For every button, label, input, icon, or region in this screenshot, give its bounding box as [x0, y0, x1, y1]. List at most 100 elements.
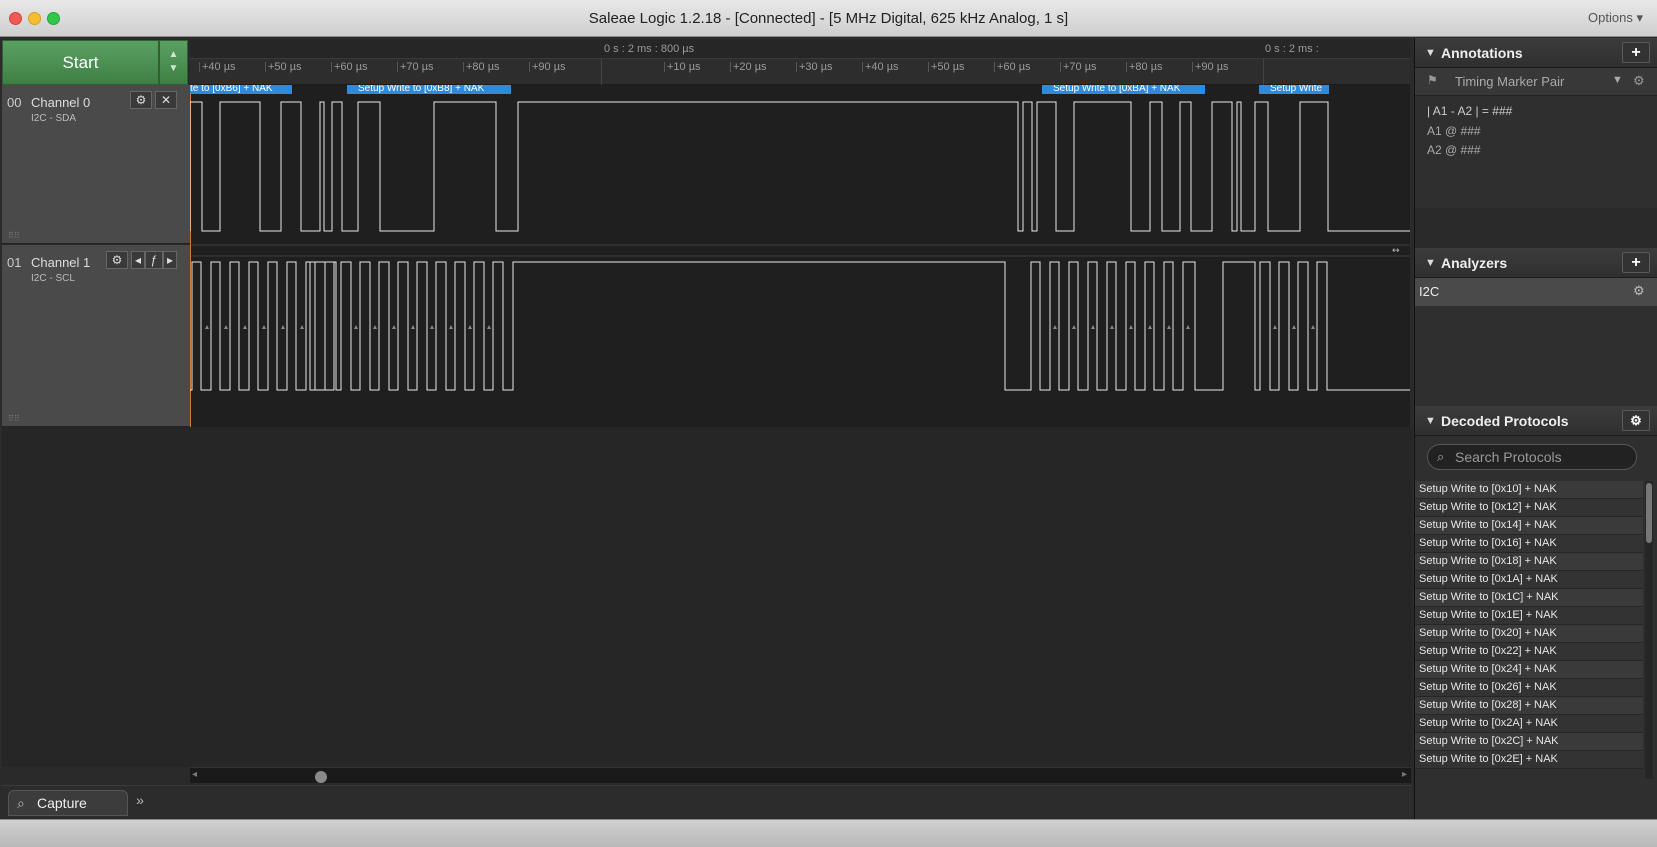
- ruler-divider: [1263, 59, 1264, 85]
- channel-0-panel[interactable]: 00 Channel 0 I2C - SDA ⚙ ✕ ⠿⠿: [2, 85, 190, 244]
- gear-icon[interactable]: ⚙: [1633, 73, 1645, 89]
- gear-icon[interactable]: ⚙: [130, 91, 152, 109]
- list-item[interactable]: Setup Write to [0x18] + NAK: [1415, 553, 1643, 571]
- decode-bubble-label: te to [0xB6] + NAK: [190, 85, 273, 94]
- ruler-tick: [928, 62, 929, 72]
- start-options-stepper[interactable]: ▲ ▼: [159, 40, 188, 85]
- list-item[interactable]: Setup Write to [0x2A] + NAK: [1415, 715, 1643, 733]
- list-item[interactable]: Setup Write to [0x26] + NAK: [1415, 679, 1643, 697]
- list-item[interactable]: Setup Write to [0x20] + NAK: [1415, 625, 1643, 643]
- ruler-tick: [529, 62, 530, 72]
- ruler-right-time: 0 s : 2 ms :: [1265, 43, 1319, 55]
- list-item[interactable]: Setup Write to [0x22] + NAK: [1415, 643, 1643, 661]
- ruler-tick-label: +10 µs: [667, 61, 701, 73]
- timing-marker-pair-row[interactable]: ⚑ Timing Marker Pair ▼ ⚙: [1415, 68, 1657, 96]
- channel-name[interactable]: Channel 0: [31, 95, 90, 110]
- start-button[interactable]: Start: [2, 40, 159, 85]
- ruler-tick-label: +90 µs: [1195, 61, 1229, 73]
- list-item[interactable]: Setup Write to [0x1C] + NAK: [1415, 589, 1643, 607]
- more-tabs-icon[interactable]: »: [127, 792, 153, 814]
- chevron-down-icon[interactable]: ▼: [1612, 74, 1623, 86]
- ruler-top-band: 0 s : 2 ms : 800 µs 0 s : 2 ms :: [190, 40, 1410, 59]
- channel-number: 01: [7, 255, 22, 270]
- chevron-down-icon[interactable]: ▼: [160, 62, 187, 76]
- chevron-up-icon[interactable]: ▲: [160, 48, 187, 62]
- ruler-tick-label: +50 µs: [931, 61, 965, 73]
- search-protocols-input[interactable]: ⌕ Search Protocols: [1427, 444, 1637, 470]
- list-item[interactable]: Setup Write to [0x14] + NAK: [1415, 517, 1643, 535]
- app-window: Saleae Logic 1.2.18 - [Connected] - [5 M…: [0, 0, 1657, 847]
- ruler-tick-label: +80 µs: [466, 61, 500, 73]
- decode-bubble-label: Setup Write to [0xBA] + NAK: [1053, 85, 1181, 94]
- ruler-tick-label: +30 µs: [799, 61, 833, 73]
- decoded-protocols-list[interactable]: Setup Write to [0x10] + NAK Setup Write t…: [1415, 481, 1643, 779]
- list-item[interactable]: Setup Write to [0x16] + NAK: [1415, 535, 1643, 553]
- list-item[interactable]: Setup Write to [0x10] + NAK: [1415, 481, 1643, 499]
- time-ruler[interactable]: 0 s : 2 ms : 800 µs 0 s : 2 ms : +40 µs +…: [190, 40, 1410, 85]
- add-analyzer-button[interactable]: +: [1622, 252, 1650, 273]
- right-sidebar: ▼ Annotations + ⚑ Timing Marker Pair ▼ ⚙…: [1414, 38, 1657, 819]
- ruler-tick: [463, 62, 464, 72]
- next-edge-icon[interactable]: ▸: [163, 251, 177, 269]
- channel-subtitle: I2C - SDA: [31, 113, 77, 124]
- gear-icon[interactable]: ⚙: [1633, 283, 1645, 299]
- status-bar: [0, 819, 1657, 847]
- fit-width-icon[interactable]: ↔: [1392, 246, 1400, 256]
- gear-icon[interactable]: ⚙: [1622, 410, 1650, 431]
- ruler-center-time: 0 s : 2 ms : 800 µs: [604, 43, 695, 55]
- decode-bubble-label: Setup Write to [0xB8] + NAK: [358, 85, 485, 94]
- annotations-title: Annotations: [1441, 45, 1523, 61]
- ruler-tick-label: +70 µs: [400, 61, 434, 73]
- list-item[interactable]: Setup Write to [0x1A] + NAK: [1415, 571, 1643, 589]
- scroll-thumb[interactable]: [315, 771, 327, 783]
- scroll-thumb[interactable]: [1646, 483, 1652, 543]
- list-item[interactable]: Setup Write to [0x2C] + NAK: [1415, 733, 1643, 751]
- waveform-plot[interactable]: te to [0xB6] + NAK Setup Write to [0xB8] …: [190, 85, 1410, 427]
- ruler-tick: [1060, 62, 1061, 72]
- list-item[interactable]: Setup Write to [0x12] + NAK: [1415, 499, 1643, 517]
- list-item[interactable]: Setup Write to [0x28] + NAK: [1415, 697, 1643, 715]
- ruler-tick: [397, 62, 398, 72]
- channel-name[interactable]: Channel 1: [31, 255, 90, 270]
- marker-a2-readout: A2 @ ###: [1427, 143, 1481, 157]
- list-item[interactable]: Setup Write to [0x24] + NAK: [1415, 661, 1643, 679]
- tab-capture[interactable]: ⌕ Capture: [8, 790, 128, 816]
- scroll-left-icon[interactable]: ◂: [192, 769, 197, 780]
- ruler-tick-label: +60 µs: [334, 61, 368, 73]
- marker-delta-readout: | A1 - A2 | = ###: [1427, 104, 1513, 118]
- list-item[interactable]: Setup Write to [0x2E] + NAK: [1415, 751, 1643, 769]
- protocols-scrollbar[interactable]: [1645, 481, 1653, 779]
- drag-handle-icon[interactable]: ⠿⠿: [8, 231, 22, 240]
- edge-trigger-icon[interactable]: ƒ: [145, 251, 163, 269]
- ruler-tick: [331, 62, 332, 72]
- disclosure-triangle-icon[interactable]: ▼: [1425, 47, 1436, 59]
- decoded-protocols-header[interactable]: ▼ Decoded Protocols ⚙: [1415, 406, 1657, 436]
- options-menu[interactable]: Options ▾: [1588, 10, 1643, 26]
- drag-handle-icon[interactable]: ⠿⠿: [8, 414, 22, 423]
- gear-icon[interactable]: ⚙: [106, 251, 128, 269]
- pin-icon: ⚑: [1427, 73, 1438, 87]
- prev-edge-icon[interactable]: ◂: [131, 251, 145, 269]
- analyzer-label: I2C: [1419, 284, 1440, 299]
- disclosure-triangle-icon[interactable]: ▼: [1425, 257, 1436, 269]
- ruler-tick: [796, 62, 797, 72]
- timing-marker-label: Timing Marker Pair: [1455, 74, 1565, 89]
- add-annotation-button[interactable]: +: [1622, 42, 1650, 63]
- ruler-tick-label: +50 µs: [268, 61, 302, 73]
- annotations-header[interactable]: ▼ Annotations +: [1415, 38, 1657, 68]
- tab-capture-label: Capture: [37, 795, 87, 811]
- ruler-tick-label: +60 µs: [997, 61, 1031, 73]
- analyzers-header[interactable]: ▼ Analyzers +: [1415, 248, 1657, 278]
- scroll-right-icon[interactable]: ▸: [1402, 769, 1407, 780]
- horizontal-scrollbar[interactable]: ◂ ▸: [190, 767, 1411, 783]
- ruler-tick: [1192, 62, 1193, 72]
- list-item[interactable]: Setup Write to [0x1E] + NAK: [1415, 607, 1643, 625]
- channel-1-panel[interactable]: 01 Channel 1 I2C - SCL ⚙ ◂ ƒ ▸ ⠿⠿: [2, 245, 190, 427]
- ruler-tick: [199, 62, 200, 72]
- title-bar: Saleae Logic 1.2.18 - [Connected] - [5 M…: [0, 0, 1657, 37]
- close-icon[interactable]: ✕: [155, 91, 177, 109]
- analyzer-item-i2c[interactable]: I2C ⚙: [1415, 278, 1657, 306]
- ruler-tick: [1126, 62, 1127, 72]
- channel-number: 00: [7, 95, 22, 110]
- disclosure-triangle-icon[interactable]: ▼: [1425, 415, 1436, 427]
